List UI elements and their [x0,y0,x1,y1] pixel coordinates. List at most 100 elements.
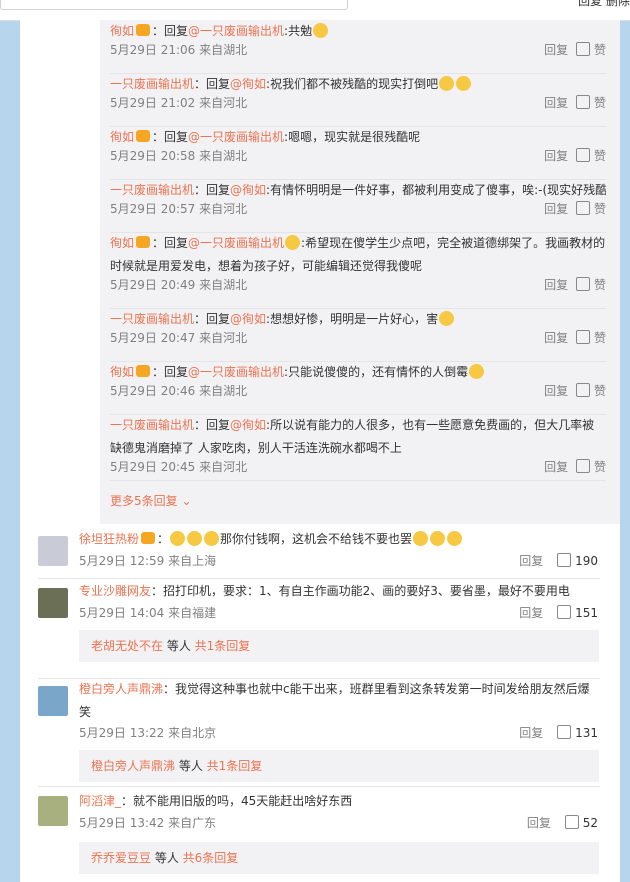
comment-actions: 回复 52 [527,814,598,831]
reply-author[interactable]: 一只废画输出机 [110,418,194,432]
reply-button[interactable]: 回复 [544,460,568,474]
reply-author[interactable]: 徇如 [110,130,134,144]
mention-link[interactable]: @徇如 [230,418,266,432]
thumb-up-icon [576,383,591,397]
reply-author[interactable]: 一只废画输出机 [110,312,194,326]
avatar[interactable] [38,686,68,716]
like-button[interactable]: 赞 [576,201,606,216]
like-button[interactable]: 190 [557,553,598,568]
summary-count[interactable]: 共6条回复 [183,851,239,865]
like-button[interactable]: 赞 [576,277,606,292]
reply-item: 徇如 ：回复@一只废画输出机:只能说傻傻的，还有情怀的人倒霉 5月29日 20:4… [110,361,606,415]
reply-author[interactable]: 徇如 [110,236,134,250]
summary-user[interactable]: 老胡无处不在 [91,639,163,653]
like-button[interactable]: 赞 [576,42,606,57]
comment-meta: 5月29日 14:04 来自福建 [79,606,217,620]
reply-text: :希望现在傻学生少点吧，完全被道德绑架了。我画教材的时候就是用爱发电，想着为孩子… [110,236,606,273]
summary-mid: 等人 [163,639,195,653]
reply-text: :祝我们都不被残酷的现实打倒吧 [266,77,439,91]
reply-meta: 5月29日 20:47 来自河北 [110,331,248,345]
vip-badge-icon [136,130,151,142]
thumb-up-icon [576,459,591,473]
like-button[interactable]: 151 [557,605,598,620]
like-button[interactable]: 131 [557,725,598,740]
reply-actions: 回复 赞 [536,276,606,293]
comment-panel: 徇如 ：回复@一只废画输出机:共勉 5月29日 21:06 来自湖北 回复 赞 一… [20,20,620,882]
reply-button[interactable]: 回复 [544,96,568,110]
mention-link[interactable]: @一只废画输出机 [188,130,284,144]
reply-author[interactable]: 徇如 [110,365,134,379]
reply-button[interactable]: 回复 [544,202,568,216]
reply-button[interactable]: 回复 [527,816,551,830]
comment-text: ：就不能用旧版的吗，45天能赶出啥好东西 [121,794,353,808]
reply-author[interactable]: 一只废画输出机 [110,77,194,91]
reply-button[interactable]: 回复 [544,278,568,292]
summary-count[interactable]: 共1条回复 [195,639,251,653]
reply-meta: 5月29日 20:58 来自湖北 [110,149,248,163]
reply-button[interactable]: 回复 [519,554,543,568]
reply-button[interactable]: 回复 [544,43,568,57]
reply-text: :共勉 [284,24,313,38]
reply-text: :只能说傻傻的，还有情怀的人倒霉 [284,365,469,379]
emoji-icon [439,76,455,91]
reply-item: 徇如 ：回复@一只废画输出机:希望现在傻学生少点吧，完全被道德绑架了。我画教材的时… [110,232,606,309]
mention-link[interactable]: @徇如 [230,77,266,91]
reply-item: 徇如 ：回复@一只废画输出机:共勉 5月29日 21:06 来自湖北 回复 赞 [110,20,606,74]
summary-mid: 等人 [151,851,183,865]
mention-link[interactable]: @一只废画输出机 [188,365,284,379]
top-right-actions[interactable]: 回复 删除 [578,0,630,9]
reply-summary[interactable]: 老胡无处不在 等人 共1条回复 [79,630,599,662]
comment-item: 徐坦狂热粉：那你付钱啊，这机会不给钱不要也罢 5月29日 12:59 来自上海 … [20,524,620,586]
comment-meta: 5月29日 13:22 来自北京 [79,726,217,740]
reply-item: 一只废画输出机：回复@徇如:想想好惨，明明是一片好心，害 5月29日 20:47… [110,308,606,362]
emoji-icon [439,311,455,326]
like-button[interactable]: 赞 [576,330,606,345]
reply-actions: 回复 赞 [536,94,606,111]
thumb-up-icon [576,330,591,344]
mention-link[interactable]: @徇如 [230,312,266,326]
mention-link[interactable]: @一只废画输出机 [188,24,284,38]
reply-summary[interactable]: 乔乔爱豆豆 等人 共6条回复 [79,842,599,874]
reply-button[interactable]: 回复 [544,331,568,345]
summary-user[interactable]: 橙白旁人声鼎沸 [91,759,175,773]
thumb-up-icon [576,277,591,291]
reply-item: 一只废画输出机：回复@徇如:祝我们都不被残酷的现实打倒吧 5月29日 21:02… [110,73,606,127]
reply-button[interactable]: 回复 [519,726,543,740]
reply-item: 一只废画输出机：回复@徇如:所以说有能力的人很多，也有一些愿意免费画的，但大几率… [110,414,606,481]
avatar[interactable] [38,536,68,566]
emoji-icon [430,531,446,546]
reply-meta: 5月29日 20:46 来自湖北 [110,384,248,398]
thumb-up-icon [576,95,591,109]
more-replies-link[interactable]: 更多5条回复 ⌄ [110,492,192,509]
like-button[interactable]: 赞 [576,95,606,110]
reply-button[interactable]: 回复 [544,384,568,398]
reply-author[interactable]: 一只废画输出机 [110,183,194,197]
summary-user[interactable]: 乔乔爱豆豆 [91,851,151,865]
thumb-up-icon [576,201,591,215]
like-button[interactable]: 赞 [576,383,606,398]
search-input[interactable] [0,0,348,10]
like-button[interactable]: 赞 [576,459,606,474]
mention-link[interactable]: @徇如 [230,183,266,197]
reply-button[interactable]: 回复 [519,606,543,620]
comment-author[interactable]: 橙白旁人声鼎沸 [79,682,163,696]
reply-meta: 5月29日 21:02 来自河北 [110,96,248,110]
mention-link[interactable]: @一只废画输出机 [188,236,284,250]
more-replies-label: 更多5条回复 [110,494,178,508]
emoji-icon [447,531,463,546]
emoji-icon [456,76,472,91]
like-button[interactable]: 赞 [576,148,606,163]
reply-button[interactable]: 回复 [544,149,568,163]
reply-author[interactable]: 徇如 [110,24,134,38]
summary-count[interactable]: 共1条回复 [207,759,263,773]
avatar[interactable] [38,588,68,618]
like-count: 131 [575,726,598,740]
comment-author[interactable]: 阿滔津_ [79,794,121,808]
reply-summary[interactable]: 橙白旁人声鼎沸 等人 共1条回复 [79,750,599,782]
comment-actions: 回复 190 [519,552,598,569]
comment-text: ：招打印机，要求：1、有自主作画功能2、画的要好3、要省墨，最好不要用电 [151,584,570,598]
comment-author[interactable]: 徐坦狂热粉 [79,532,139,546]
comment-author[interactable]: 专业沙雕网友 [79,584,151,598]
like-button[interactable]: 52 [564,815,598,830]
avatar[interactable] [38,796,68,826]
